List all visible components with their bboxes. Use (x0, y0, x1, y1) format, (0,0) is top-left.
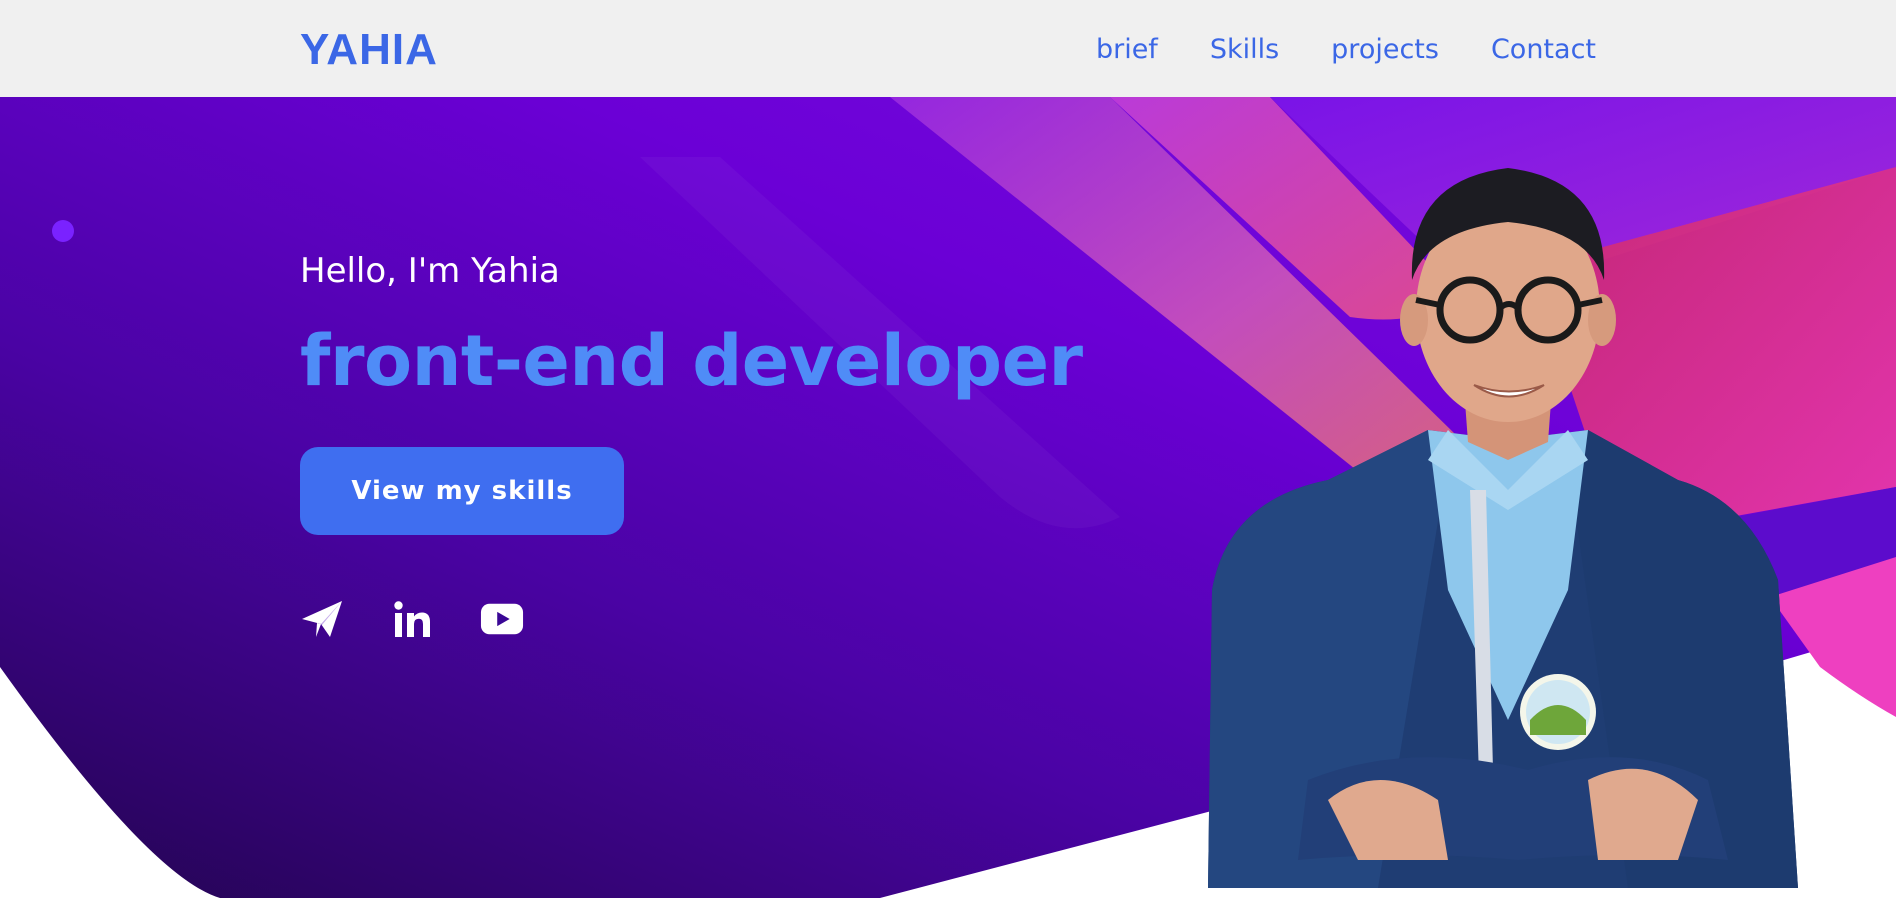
site-logo[interactable]: YAHIA (300, 22, 438, 78)
linkedin-icon[interactable] (390, 597, 434, 641)
nav-link-contact[interactable]: Contact (1491, 30, 1596, 70)
nav-link-projects[interactable]: projects (1331, 30, 1439, 70)
portrait-photo (1208, 168, 1798, 888)
telegram-icon[interactable] (300, 597, 344, 641)
hero-greeting: Hello, I'm Yahia (300, 251, 560, 291)
site-header: YAHIA brief Skills projects Contact (0, 0, 1896, 97)
hero-headline: front-end developer (300, 320, 1083, 402)
main-nav: brief Skills projects Contact (1096, 30, 1596, 70)
youtube-icon[interactable] (480, 597, 524, 641)
nav-link-brief[interactable]: brief (1096, 30, 1158, 70)
social-links (300, 597, 524, 641)
decorative-dot (52, 220, 74, 242)
page: YAHIA brief Skills projects Contact Hell… (0, 0, 1896, 898)
view-skills-button[interactable]: View my skills (300, 447, 624, 535)
nav-link-skills[interactable]: Skills (1210, 30, 1279, 70)
